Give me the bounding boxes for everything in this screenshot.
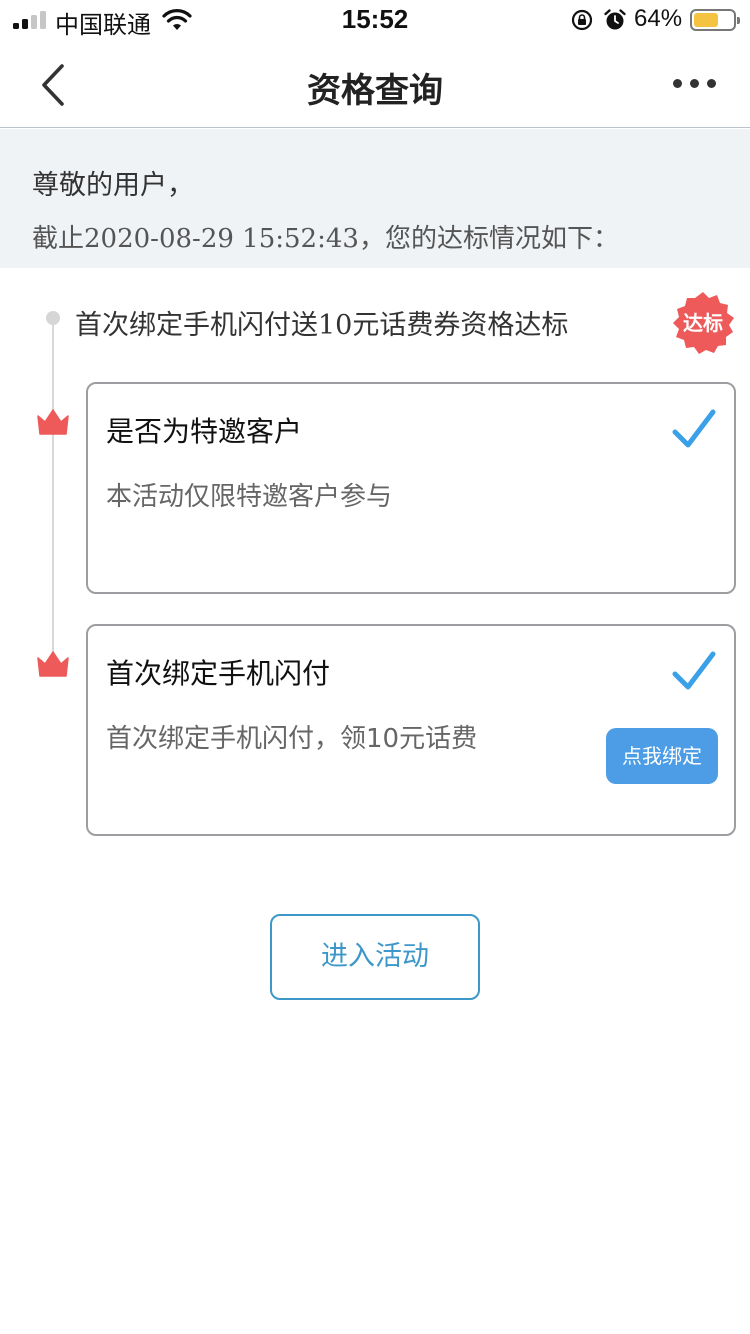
timeline-line: [52, 318, 54, 664]
alarm-icon: [604, 9, 626, 30]
status-line: 截止2020-08-29 15:52:43，您的达标情况如下：: [32, 224, 619, 254]
more-dots-icon[interactable]: [670, 74, 720, 94]
crown-icon: [37, 409, 69, 435]
card-title: 首次绑定手机闪付: [106, 657, 331, 690]
card-desc: 本活动仅限特邀客户参与: [106, 482, 393, 512]
timeline-dot: [46, 311, 60, 325]
info-section: 尊敬的用户， 截止2020-08-29 15:52:43，您的达标情况如下：: [0, 129, 750, 268]
condition-title: 首次绑定手机闪付送10元话费券资格达标: [75, 310, 569, 341]
battery-percent: 64%: [634, 5, 683, 32]
crown-icon: [37, 651, 69, 677]
battery-fill: [694, 13, 718, 27]
requirement-card: 首次绑定手机闪付 首次绑定手机闪付，领10元话费 点我绑定: [86, 624, 736, 836]
battery-icon: [690, 9, 740, 31]
checkmark-icon: [672, 651, 716, 690]
rotation-lock-icon: [571, 9, 593, 31]
card-desc: 首次绑定手机闪付，领10元话费: [106, 724, 478, 754]
qualified-badge: 达标: [683, 311, 723, 335]
card-title: 是否为特邀客户: [106, 415, 303, 448]
nav-bar: 资格查询: [0, 40, 750, 128]
page-title: 资格查询: [307, 71, 443, 111]
bind-button[interactable]: 点我绑定: [606, 728, 718, 784]
greeting-text: 尊敬的用户，: [32, 170, 194, 201]
status-bar: 中国联通 15:52 64%: [0, 0, 750, 40]
enter-activity-button[interactable]: 进入活动: [270, 914, 480, 1000]
checkmark-icon: [672, 409, 716, 448]
requirement-card: 是否为特邀客户 本活动仅限特邀客户参与: [86, 382, 736, 594]
